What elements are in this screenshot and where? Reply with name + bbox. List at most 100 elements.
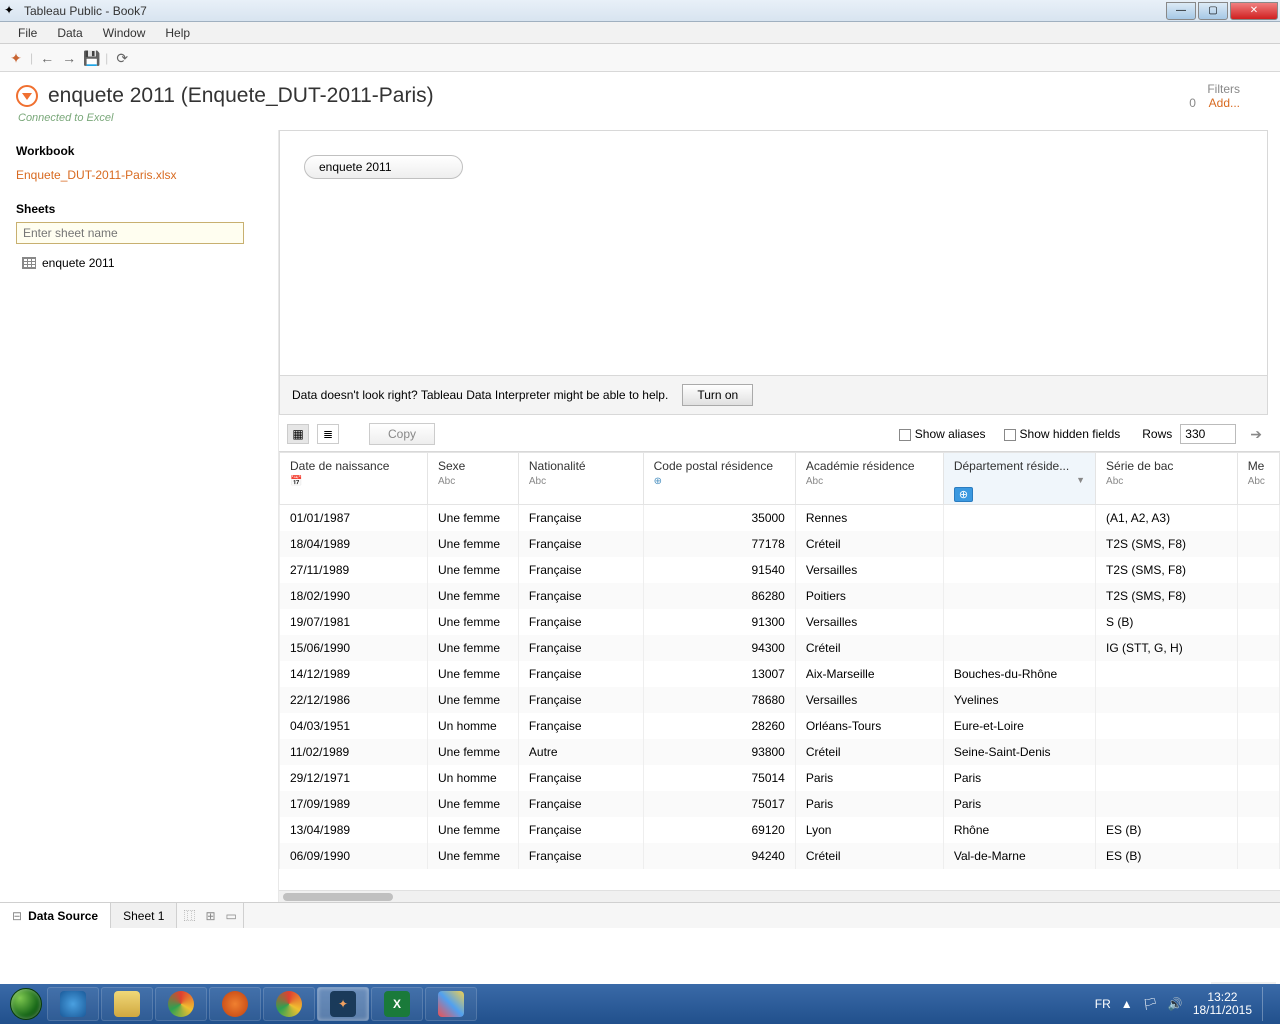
datasource-header: enquete 2011 (Enquete_DUT-2011-Paris) Fi… [0,72,1280,112]
back-icon[interactable]: ← [39,50,55,66]
refresh-icon[interactable]: ⟳ [114,50,130,66]
taskbar-chrome[interactable] [155,987,207,1021]
toolbar: ✦ | ← → 💾 | ⟳ [0,44,1280,72]
filters-label: Filters [1189,82,1240,96]
filters-block: Filters 0 Add... [1189,82,1264,110]
tableau-logo-icon[interactable]: ✦ [8,50,24,66]
col-header-nationalite[interactable]: NationalitéAbc [518,453,643,505]
forward-icon[interactable]: → [61,50,77,66]
menu-data[interactable]: Data [47,24,92,42]
taskbar-chrome2[interactable] [263,987,315,1021]
taskbar-tableau[interactable]: ✦ [317,987,369,1021]
table-icon [22,257,36,269]
show-hidden-checkbox[interactable]: Show hidden fields [1004,427,1121,441]
chevron-down-icon: ▼ [1076,475,1085,485]
table-row[interactable]: 01/01/1987Une femmeFrançaise35000Rennes(… [280,505,1280,532]
horizontal-scrollbar[interactable] [279,890,1280,902]
tab-sheet1[interactable]: Sheet 1 [111,903,177,928]
grid-view-icon[interactable]: ▦ [287,424,309,444]
col-header-departement[interactable]: Département réside...▼⊕ [943,453,1095,505]
copy-button[interactable]: Copy [369,423,435,445]
menu-file[interactable]: File [8,24,47,42]
turn-on-button[interactable]: Turn on [682,384,753,406]
col-header-me[interactable]: MeAbc [1237,453,1279,505]
table-pill[interactable]: enquete 2011 [304,155,463,179]
datasource-title[interactable]: enquete 2011 (Enquete_DUT-2011-Paris) [48,84,1189,108]
close-button[interactable]: ✕ [1230,2,1278,20]
taskbar-firefox[interactable] [209,987,261,1021]
globe-icon[interactable]: ⊕ [954,487,973,502]
new-worksheet-icon[interactable]: ⿲ [183,907,195,924]
table-row[interactable]: 29/12/1971Un hommeFrançaise75014ParisPar… [280,765,1280,791]
left-pane: Workbook Enquete_DUT-2011-Paris.xlsx She… [0,130,278,902]
grid-toolbar: ▦ ≣ Copy Show aliases Show hidden fields… [279,415,1280,451]
col-header-dob[interactable]: Date de naissance📅 [280,453,428,505]
show-desktop-button[interactable] [1262,987,1270,1021]
filters-count: 0 [1189,96,1196,110]
minimize-button[interactable]: — [1166,2,1196,20]
tray-flag-icon[interactable]: ▲ [1121,997,1133,1011]
app-icon: ✦ [4,3,20,19]
table-row[interactable]: 14/12/1989Une femmeFrançaise13007Aix-Mar… [280,661,1280,687]
globe-icon: ⊕ [654,476,662,487]
table-row[interactable]: 18/04/1989Une femmeFrançaise77178Créteil… [280,531,1280,557]
save-icon[interactable]: 💾 [83,50,99,66]
calendar-icon: 📅 [290,476,302,487]
menu-window[interactable]: Window [93,24,156,42]
taskbar-excel[interactable]: X [371,987,423,1021]
table-row[interactable]: 27/11/1989Une femmeFrançaise91540Versail… [280,557,1280,583]
table-row[interactable]: 18/02/1990Une femmeFrançaise86280Poitier… [280,583,1280,609]
start-button[interactable] [6,984,46,1024]
taskbar-paint[interactable] [425,987,477,1021]
system-tray: FR ▲ 🏳 🔊 13:2218/11/2015 [1095,987,1274,1021]
taskbar-ie[interactable] [47,987,99,1021]
table-row[interactable]: 11/02/1989Une femmeAutre93800CréteilSein… [280,739,1280,765]
rows-label: Rows [1142,427,1172,441]
tray-action-icon[interactable]: 🏳 [1143,997,1158,1011]
table-row[interactable]: 13/04/1989Une femmeFrançaise69120LyonRhô… [280,817,1280,843]
language-indicator[interactable]: FR [1095,997,1111,1011]
table-row[interactable]: 19/07/1981Une femmeFrançaise91300Versail… [280,609,1280,635]
table-row[interactable]: 17/09/1989Une femmeFrançaise75017ParisPa… [280,791,1280,817]
join-canvas[interactable]: enquete 2011 [279,130,1268,376]
menu-bar: File Data Window Help [0,22,1280,44]
window-title: Tableau Public - Book7 [24,4,1164,18]
sheet-search-input[interactable] [16,222,244,244]
tab-datasource[interactable]: ⊟ Data Source [0,903,111,928]
new-dashboard-icon[interactable]: ⊞ [205,909,215,923]
menu-help[interactable]: Help [155,24,200,42]
maximize-button[interactable]: ▢ [1198,2,1228,20]
workbook-heading: Workbook [16,144,262,158]
table-row[interactable]: 22/12/1986Une femmeFrançaise78680Versail… [280,687,1280,713]
interpreter-hint: Data doesn't look right? Tableau Data In… [279,376,1268,415]
rows-input[interactable] [1180,424,1236,444]
col-header-seriebac[interactable]: Série de bacAbc [1096,453,1238,505]
taskbar-explorer[interactable] [101,987,153,1021]
filters-add-link[interactable]: Add... [1209,96,1240,110]
right-pane: enquete 2011 Data doesn't look right? Ta… [278,130,1280,902]
workbook-file-link[interactable]: Enquete_DUT-2011-Paris.xlsx [16,164,262,196]
table-row[interactable]: 06/09/1990Une femmeFrançaise94240Créteil… [280,843,1280,869]
tray-volume-icon[interactable]: 🔊 [1168,997,1183,1011]
table-row[interactable]: 04/03/1951Un hommeFrançaise28260Orléans-… [280,713,1280,739]
window-titlebar: ✦ Tableau Public - Book7 — ▢ ✕ [0,0,1280,22]
sheet-tabs: ⊟ Data Source Sheet 1 ⿲ ⊞ ▭ [0,902,1280,928]
datasource-dropdown-icon[interactable] [16,85,38,107]
col-header-codepostal[interactable]: Code postal résidence⊕ [643,453,795,505]
data-grid: Date de naissance📅 SexeAbc NationalitéAb… [279,451,1280,890]
col-header-sexe[interactable]: SexeAbc [427,453,518,505]
hint-text: Data doesn't look right? Tableau Data In… [292,388,668,402]
clock[interactable]: 13:2218/11/2015 [1193,991,1252,1017]
datasource-icon: ⊟ [12,909,22,923]
show-aliases-checkbox[interactable]: Show aliases [899,427,986,441]
new-story-icon[interactable]: ▭ [226,909,237,923]
table-row[interactable]: 15/06/1990Une femmeFrançaise94300Créteil… [280,635,1280,661]
list-view-icon[interactable]: ≣ [317,424,339,444]
connection-status: Connected to Excel [0,112,1280,130]
sheet-item-enquete[interactable]: enquete 2011 [16,250,262,276]
sheets-heading: Sheets [16,202,262,216]
rows-go-icon[interactable]: ➔ [1244,426,1268,443]
windows-taskbar: ✦ X FR ▲ 🏳 🔊 13:2218/11/2015 [0,984,1280,1024]
sheet-item-label: enquete 2011 [42,256,115,270]
col-header-academie[interactable]: Académie résidenceAbc [795,453,943,505]
